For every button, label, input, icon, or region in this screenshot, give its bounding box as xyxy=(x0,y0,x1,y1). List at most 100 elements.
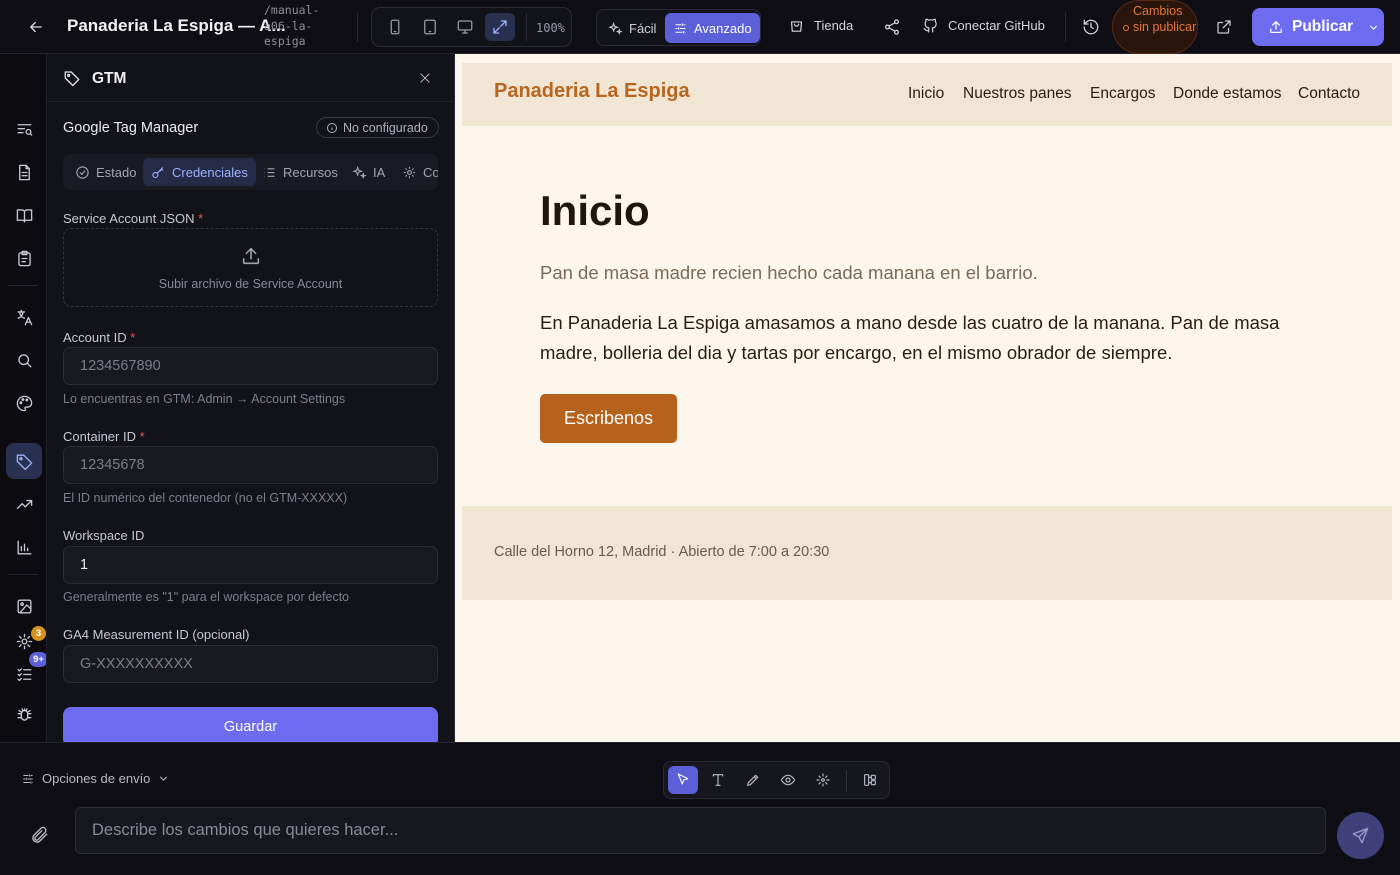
status-badge: No configurado xyxy=(316,117,439,138)
site-footer: Calle del Horno 12, Madrid · Abierto de … xyxy=(462,506,1392,600)
container-id-help: El ID numérico del contenedor (no el GTM… xyxy=(63,491,348,505)
site-header: Panaderia La Espiga Inicio Nuestros pane… xyxy=(462,63,1392,126)
site-nav-encargos[interactable]: Encargos xyxy=(1090,85,1155,103)
panel-title: GTM xyxy=(92,70,127,87)
required-mark: * xyxy=(130,330,136,345)
bug-icon xyxy=(16,707,32,721)
store-button[interactable]: Tienda xyxy=(788,17,853,34)
workspace-id-input[interactable]: 1 xyxy=(63,546,438,584)
checklist-icon xyxy=(16,667,32,681)
draw-tool-button[interactable] xyxy=(738,766,768,794)
send-options-button[interactable]: Opciones de envío xyxy=(21,771,170,786)
text-tool-button[interactable] xyxy=(703,766,733,794)
rail-tasks-button[interactable] xyxy=(6,656,42,692)
required-mark: * xyxy=(139,429,145,444)
panel-tabs: Estado Credenciales Recursos IA Configur… xyxy=(63,154,438,190)
service-name: Google Tag Manager xyxy=(63,120,199,136)
container-id-input[interactable]: 12345678 xyxy=(63,446,438,484)
site-preview: Panaderia La Espiga Inicio Nuestros pane… xyxy=(455,54,1400,742)
rail-analytics-button[interactable] xyxy=(6,529,42,565)
list-icon xyxy=(264,167,275,177)
structure-tool-button[interactable] xyxy=(855,766,885,794)
site-nav-panes[interactable]: Nuestros panes xyxy=(963,85,1072,103)
site-nav-inicio[interactable]: Inicio xyxy=(908,85,944,103)
tab-credenciales[interactable]: Credenciales xyxy=(143,158,256,186)
arrow-left-icon xyxy=(30,21,42,33)
rail-trends-button[interactable] xyxy=(6,486,42,522)
workspace-id-help: Generalmente es "1" para el workspace po… xyxy=(63,590,350,604)
advanced-mode-label: Avanzado xyxy=(694,20,752,36)
fullwidth-view-button[interactable] xyxy=(485,13,515,41)
unsaved-changes-badge[interactable]: Cambios sin publicar xyxy=(1112,0,1198,54)
site-nav-donde[interactable]: Donde estamos xyxy=(1173,85,1282,103)
save-button[interactable]: Guardar xyxy=(63,707,438,742)
mobile-view-button[interactable] xyxy=(380,13,410,41)
chevron-down-icon[interactable] xyxy=(1367,21,1380,34)
hierarchy-icon xyxy=(864,774,876,786)
magic-tool-button[interactable] xyxy=(808,766,838,794)
history-button[interactable] xyxy=(1079,15,1103,39)
tag-icon xyxy=(16,453,32,470)
rail-translate-button[interactable] xyxy=(6,299,42,335)
bag-icon xyxy=(790,21,803,32)
rail-content-button[interactable] xyxy=(6,111,42,147)
clipboard-icon xyxy=(17,250,31,266)
site-body: En Panaderia La Espiga amasamos a mano d… xyxy=(540,312,1280,363)
send-button[interactable] xyxy=(1337,812,1384,859)
tab-recursos[interactable]: Recursos xyxy=(254,158,346,186)
github-label: Conectar GitHub xyxy=(948,18,1045,33)
sidebar-rail: 3 9+ xyxy=(0,54,48,742)
tab-estado[interactable]: Estado xyxy=(67,158,144,186)
site-nav-contacto[interactable]: Contacto xyxy=(1298,85,1360,103)
top-bar: Panaderia La Espiga — A... /manual-a06-l… xyxy=(0,0,1400,54)
share-button[interactable] xyxy=(882,17,902,37)
site-logo[interactable]: Panaderia La Espiga xyxy=(494,80,690,103)
upload-icon xyxy=(242,247,260,265)
label-text: Service Account JSON xyxy=(63,211,195,226)
tab-label: Configuración xyxy=(423,164,438,180)
connect-github-button[interactable]: Conectar GitHub xyxy=(922,17,1045,34)
rail-blog-button[interactable] xyxy=(6,197,42,233)
send-icon xyxy=(1352,827,1369,844)
info-icon xyxy=(327,123,337,133)
rail-tags-button[interactable] xyxy=(6,443,42,479)
rail-debug-button[interactable] xyxy=(6,696,42,732)
rail-theme-button[interactable] xyxy=(6,385,42,421)
advanced-mode-button[interactable]: Avanzado xyxy=(665,13,760,43)
back-button[interactable] xyxy=(20,12,52,42)
site-cta-button[interactable]: Escribenos xyxy=(540,394,677,443)
service-json-dropzone[interactable]: Subir archivo de Service Account xyxy=(63,228,438,307)
monitor-icon xyxy=(457,20,473,34)
trending-up-icon xyxy=(16,499,32,509)
account-id-input[interactable]: 1234567890 xyxy=(63,347,438,385)
tab-configuracion[interactable]: Configuración xyxy=(394,158,438,186)
project-slug: /manual-a06-la-espiga xyxy=(264,3,320,48)
close-panel-button[interactable] xyxy=(415,68,435,88)
tab-label: Credenciales xyxy=(172,164,248,180)
open-external-button[interactable] xyxy=(1214,17,1234,37)
close-icon xyxy=(420,73,430,83)
attach-button[interactable] xyxy=(28,823,52,847)
rail-search-button[interactable] xyxy=(6,342,42,378)
expand-icon xyxy=(493,20,507,34)
rail-media-button[interactable] xyxy=(6,588,42,624)
check-circle-icon xyxy=(76,165,89,179)
preview-tool-button[interactable] xyxy=(773,766,803,794)
easy-mode-button[interactable]: Fácil xyxy=(600,13,664,43)
text-icon xyxy=(712,774,724,786)
select-tool-button[interactable] xyxy=(668,766,698,794)
ga4-label: GA4 Measurement ID (opcional) xyxy=(63,627,250,642)
rail-pages-button[interactable] xyxy=(6,154,42,190)
project-title: Panaderia La Espiga — A... xyxy=(67,16,286,35)
rail-forms-button[interactable] xyxy=(6,240,42,276)
tab-ia[interactable]: IA xyxy=(344,158,393,186)
service-json-label: Service Account JSON * xyxy=(63,211,203,226)
external-link-icon xyxy=(1217,20,1231,34)
footer-text: Calle del Horno 12, Madrid · Abierto de … xyxy=(494,544,830,560)
ga4-input[interactable]: G-XXXXXXXXXX xyxy=(63,645,438,683)
publish-button[interactable]: Publicar xyxy=(1252,8,1384,46)
prompt-input[interactable]: Describe los cambios que quieres hacer..… xyxy=(75,807,1326,854)
history-icon xyxy=(1083,19,1099,35)
desktop-view-button[interactable] xyxy=(450,13,480,41)
tablet-view-button[interactable] xyxy=(415,13,445,41)
